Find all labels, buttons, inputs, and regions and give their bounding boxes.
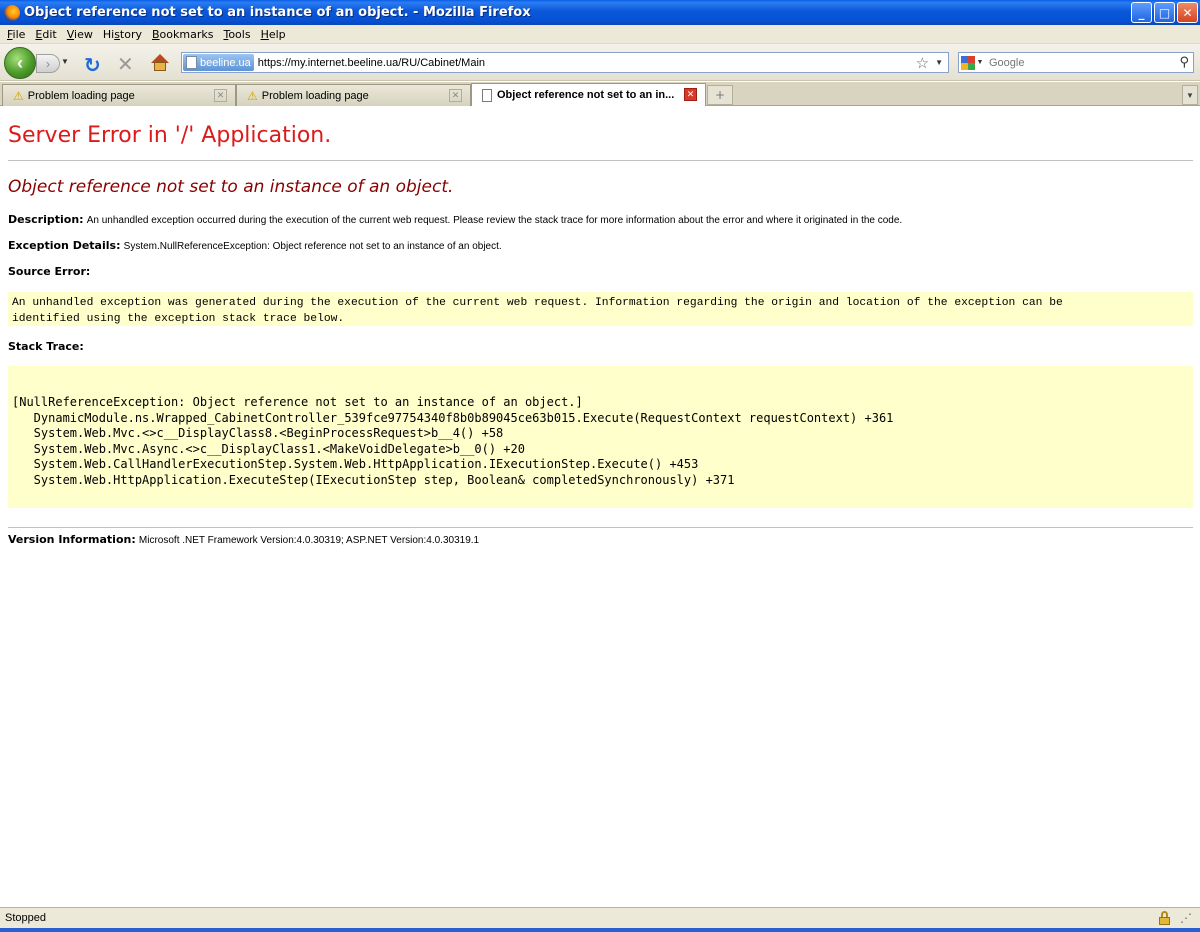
home-wall — [154, 62, 166, 71]
url-dropdown-icon[interactable]: ▼ — [935, 58, 943, 67]
window-controls: _ □ ✕ — [1131, 2, 1198, 23]
stack-trace-label: Stack Trace: — [8, 340, 84, 353]
menu-file-rest: ile — [12, 27, 26, 41]
menu-tools-rest: ools — [228, 27, 251, 41]
firefox-icon — [4, 4, 20, 21]
page-icon — [482, 88, 492, 102]
source-error-line: identified using the exception stack tra… — [12, 313, 345, 325]
warning-icon: ⚠ — [13, 88, 24, 103]
engine-dropdown-icon: ▼ — [976, 59, 984, 66]
menu-bar: File Edit View History Bookmarks Tools H… — [0, 25, 1200, 44]
tab-label: Object reference not set to an in... — [497, 89, 675, 101]
menu-view-accel: V — [66, 27, 75, 41]
taskbar-edge — [0, 928, 1200, 932]
description-text: An unhandled exception occurred during t… — [86, 215, 903, 226]
source-error-box: An unhandled exception was generated dur… — [8, 292, 1193, 326]
search-input[interactable] — [985, 56, 1180, 69]
description-row: Description: An unhandled exception occu… — [8, 213, 902, 226]
lock-icon[interactable] — [1158, 911, 1171, 925]
plus-icon: + — [714, 88, 726, 102]
resize-grip-icon[interactable]: ⋰ — [1180, 911, 1192, 925]
history-dropdown-icon[interactable]: ▼ — [61, 57, 69, 66]
tab-label: Problem loading page — [261, 89, 369, 102]
menu-edit-rest: dit — [42, 27, 57, 41]
tab-close-icon[interactable]: ✕ — [449, 89, 462, 102]
menu-history-pre: Hi — [102, 27, 115, 41]
maximize-button[interactable]: □ — [1154, 2, 1175, 23]
back-button[interactable]: ‹ — [4, 47, 36, 79]
menu-help-accel: H — [260, 27, 269, 41]
tab-close-icon[interactable]: ✕ — [214, 89, 227, 102]
menu-file[interactable]: File — [2, 28, 30, 41]
site-identity-label: beeline.ua — [200, 56, 251, 69]
bookmark-star-icon[interactable]: ☆ — [916, 54, 929, 72]
menu-history-rest: tory — [119, 27, 142, 41]
stop-icon[interactable]: ✕ — [117, 52, 134, 76]
search-icon[interactable]: ⚲ — [1179, 55, 1189, 70]
site-identity-button[interactable]: beeline.ua — [183, 54, 254, 71]
tab-bar: ⚠ Problem loading page ✕ ⚠ Problem loadi… — [0, 82, 1200, 106]
title-bar[interactable]: Object reference not set to an instance … — [0, 0, 1200, 25]
menu-bookmarks[interactable]: Bookmarks — [147, 28, 218, 41]
divider — [8, 527, 1193, 528]
home-icon[interactable] — [151, 54, 169, 71]
url-text[interactable]: https://my.internet.beeline.ua/RU/Cabine… — [258, 57, 916, 69]
new-tab-button[interactable]: + — [707, 85, 733, 105]
forward-arrow-icon: › — [46, 56, 50, 71]
status-bar: Stopped ⋰ — [0, 907, 1200, 928]
page-content: Server Error in '/' Application. Object … — [0, 107, 1200, 907]
address-bar[interactable]: beeline.ua https://my.internet.beeline.u… — [181, 52, 949, 73]
search-engine-button[interactable]: ▼ — [959, 53, 985, 72]
menu-bookmarks-rest: ookmarks — [159, 27, 214, 41]
close-window-button[interactable]: ✕ — [1177, 2, 1198, 23]
back-arrow-icon: ‹ — [17, 52, 23, 73]
forward-button[interactable]: › — [36, 54, 60, 73]
tab-close-icon[interactable]: ✕ — [684, 88, 697, 101]
stack-trace-row: Stack Trace: — [8, 340, 84, 353]
stack-trace-box: [NullReferenceException: Object referenc… — [8, 366, 1193, 508]
version-label: Version Information: — [8, 533, 136, 546]
version-text: Microsoft .NET Framework Version:4.0.303… — [138, 535, 480, 546]
google-icon — [960, 55, 975, 70]
menu-view-rest: iew — [74, 27, 93, 41]
tab-list-button[interactable]: ▼ — [1182, 85, 1198, 105]
menu-help-rest: elp — [268, 27, 286, 41]
menu-edit[interactable]: Edit — [30, 28, 61, 41]
menu-tools[interactable]: Tools — [218, 28, 255, 41]
exception-text: System.NullReferenceException: Object re… — [123, 241, 502, 252]
source-error-label: Source Error: — [8, 265, 91, 278]
tab-object-reference[interactable]: Object reference not set to an in... ✕ — [471, 83, 706, 106]
lock-body — [1159, 917, 1170, 925]
menu-view[interactable]: View — [62, 28, 98, 41]
menu-bookmarks-accel: B — [152, 27, 160, 41]
page-icon — [186, 56, 197, 69]
menu-help[interactable]: Help — [256, 28, 291, 41]
reload-icon[interactable]: ↻ — [84, 53, 101, 77]
tab-problem-loading-2[interactable]: ⚠ Problem loading page ✕ — [236, 84, 471, 106]
divider — [8, 160, 1193, 161]
exception-label: Exception Details: — [8, 239, 121, 252]
tab-label: Problem loading page — [27, 89, 135, 102]
version-row: Version Information: Microsoft .NET Fram… — [8, 533, 479, 546]
source-error-row: Source Error: — [8, 265, 90, 278]
status-text: Stopped — [5, 912, 46, 924]
description-label: Description: — [8, 213, 84, 226]
tab-problem-loading-1[interactable]: ⚠ Problem loading page ✕ — [2, 84, 236, 106]
warning-icon: ⚠ — [247, 88, 258, 103]
menu-history[interactable]: History — [98, 28, 147, 41]
exception-row: Exception Details: System.NullReferenceE… — [8, 239, 502, 252]
minimize-button[interactable]: _ — [1131, 2, 1152, 23]
chevron-down-icon: ▼ — [1186, 90, 1194, 100]
search-bar: ▼ ⚲ — [958, 52, 1194, 73]
error-title: Object reference not set to an instance … — [8, 177, 454, 197]
window-title: Object reference not set to an instance … — [24, 5, 531, 20]
source-error-line: An unhandled exception was generated dur… — [12, 297, 1063, 309]
page-heading: Server Error in '/' Application. — [8, 123, 332, 148]
